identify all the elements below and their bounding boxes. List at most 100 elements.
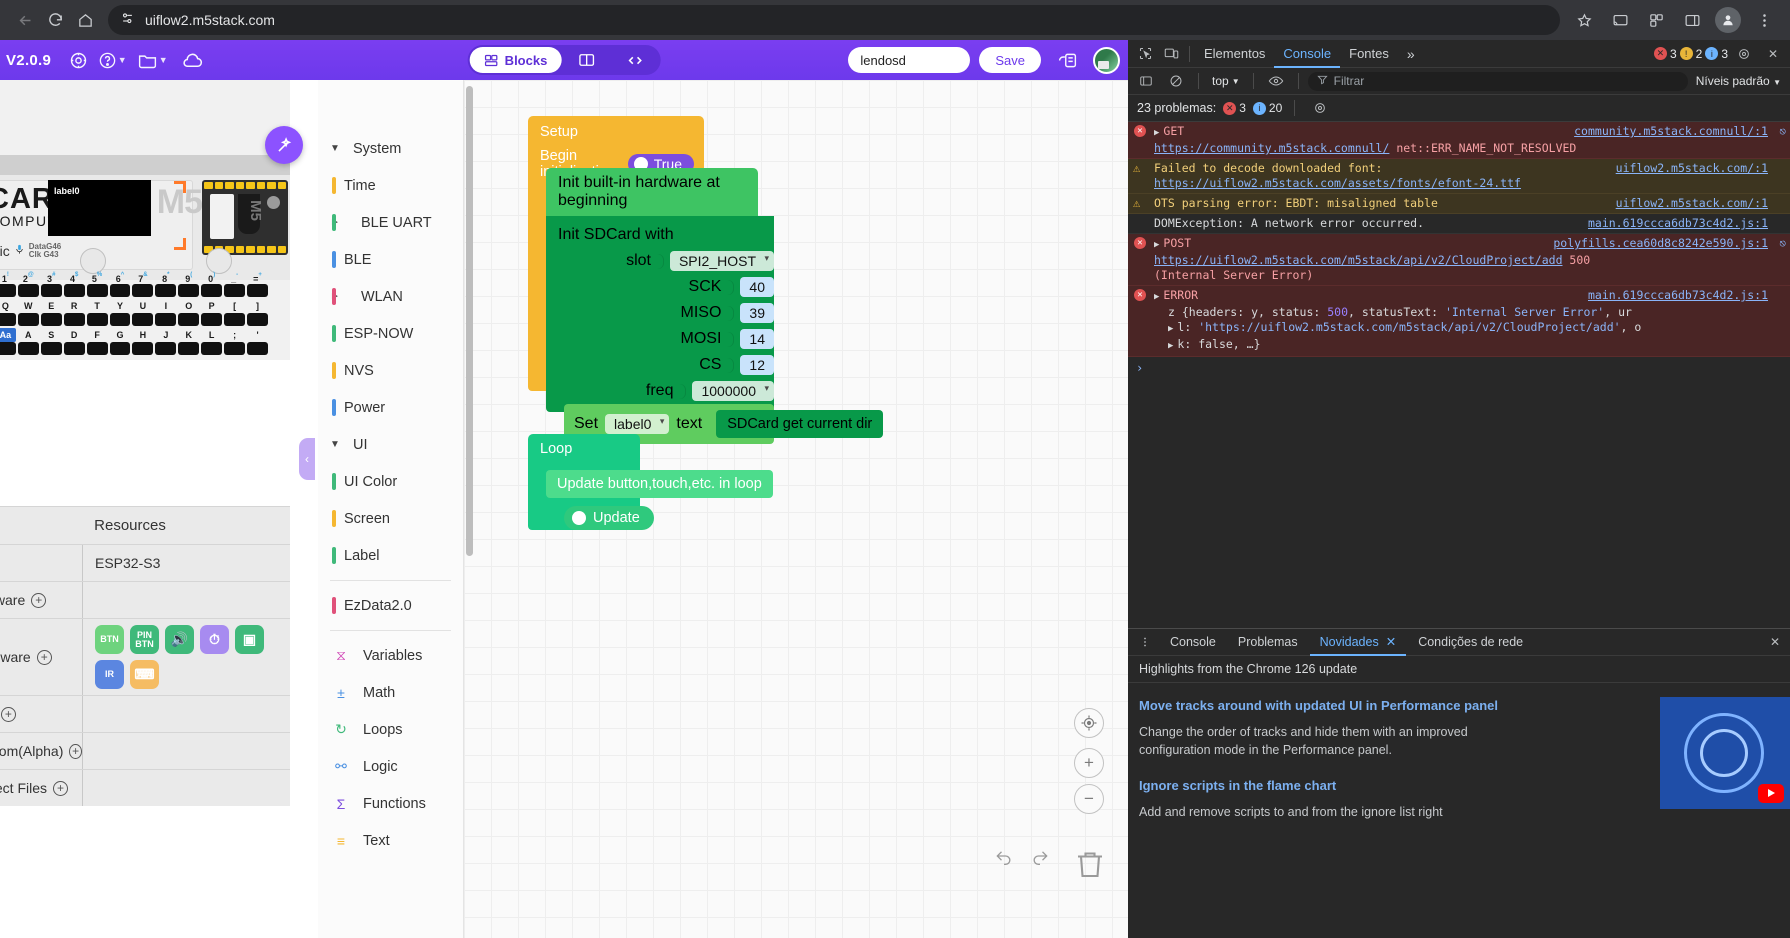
console-message[interactable]: ✕ polyfills.cea60d8c8242e590.js:1 ⎋ ▶ POST ht… — [1128, 234, 1790, 286]
toolbox-item-label[interactable]: Label — [318, 537, 463, 574]
close-icon[interactable]: ✕ — [1386, 629, 1396, 656]
tab-fontes[interactable]: Fontes — [1340, 40, 1398, 68]
center-target-icon[interactable] — [1074, 708, 1104, 738]
add-icon[interactable]: + — [0, 706, 16, 722]
error-count-badge[interactable]: ✕ 3 — [1653, 47, 1677, 61]
expand-triangle-icon[interactable]: ▶ — [1168, 341, 1173, 351]
toolbox-item-nvs[interactable]: NVS — [318, 352, 463, 389]
console-url-link[interactable]: https://uiflow2.m5stack.com/m5stack/api/… — [1154, 253, 1563, 267]
expand-triangle-icon[interactable]: ▶ — [1154, 292, 1159, 302]
toolbox-item-functions[interactable]: Σ Functions — [318, 785, 463, 822]
toolbox-item-time[interactable]: Time — [318, 167, 463, 204]
save-button[interactable]: Save — [979, 47, 1041, 73]
console-url-link[interactable]: https://community.m5stack.comnull/ — [1154, 141, 1389, 155]
hardware-chip-ir[interactable]: IR — [95, 660, 124, 689]
avatar[interactable] — [1715, 7, 1741, 33]
problems-error-count[interactable]: ✕ 3 — [1223, 101, 1246, 115]
live-expression-icon[interactable] — [1263, 68, 1289, 94]
console-source-link[interactable]: uiflow2.m5stack.com/:1 — [1616, 161, 1768, 176]
toolbox-item-ezdata2-0[interactable]: EzData2.0 — [318, 587, 463, 624]
profile-icon[interactable] — [1712, 4, 1744, 36]
console-filter-input[interactable]: Filtrar — [1307, 71, 1688, 91]
gear-icon[interactable] — [61, 43, 95, 77]
gear-icon[interactable] — [1731, 41, 1757, 67]
toolbox-item-screen[interactable]: Screen — [318, 500, 463, 537]
close-icon[interactable]: ✕ — [1760, 41, 1786, 67]
toolbox-item-logic[interactable]: ⚯ Logic — [318, 748, 463, 785]
block-sdcard-get-current-dir[interactable]: SDCard get current dir — [716, 410, 884, 438]
add-icon[interactable]: + — [69, 743, 82, 759]
drawer-entry-heading[interactable]: Ignore scripts in the flame chart — [1139, 777, 1539, 794]
star-icon[interactable] — [1568, 4, 1600, 36]
console-sidebar-icon[interactable] — [1133, 68, 1159, 94]
cast-icon[interactable] — [1604, 4, 1636, 36]
console-message[interactable]: ⚠ uiflow2.m5stack.com/:1 Failed to decode … — [1128, 159, 1790, 194]
gear-icon[interactable] — [1307, 95, 1333, 121]
block-loop[interactable]: Loop Update button,touch,etc. in loop Up… — [528, 434, 773, 530]
tab-console[interactable]: Console — [1274, 40, 1340, 68]
console-message[interactable]: ✕ community.m5stack.comnull/:1 ⎋ ▶ GET https:… — [1128, 122, 1790, 159]
arg-field-slot[interactable]: SPI2_HOST — [669, 251, 774, 271]
drawer-tab-console[interactable]: Console — [1160, 629, 1226, 656]
drawer-tab-problemas[interactable]: Problemas — [1228, 629, 1308, 656]
toolbox-item-ble[interactable]: BLE — [318, 241, 463, 278]
toolbox-item-power[interactable]: Power — [318, 389, 463, 426]
console-source-link[interactable]: community.m5stack.comnull/:1 — [1574, 124, 1768, 139]
toolbox-collapse-button[interactable]: ‹ — [299, 438, 315, 480]
tab-elementos[interactable]: Elementos — [1195, 40, 1274, 68]
console-message[interactable]: ⚠ uiflow2.m5stack.com/:1 OTS parsing error… — [1128, 194, 1790, 214]
log-levels-selector[interactable]: Níveis padrão ▼ — [1692, 74, 1785, 88]
avatar[interactable] — [1093, 46, 1120, 74]
arg-field-sck[interactable]: 40 — [740, 277, 774, 297]
tab-code-view[interactable] — [611, 47, 658, 73]
reload-icon[interactable] — [40, 5, 70, 35]
redo-icon[interactable] — [1030, 846, 1050, 872]
extensions-icon[interactable] — [1640, 4, 1672, 36]
hardware-chip-pin-btn[interactable]: PIN BTN — [130, 625, 159, 654]
toolbox-item-variables[interactable]: ⧖ Variables — [318, 637, 463, 674]
device-connect-icon[interactable] — [1050, 43, 1084, 77]
block-init-hardware[interactable]: Init built-in hardware at beginning Init… — [546, 168, 896, 444]
toolbox-item-ui-color[interactable]: UI Color — [318, 463, 463, 500]
expand-triangle-icon[interactable]: ▶ — [1154, 240, 1159, 250]
tab-split-view[interactable] — [563, 47, 609, 73]
set-variable-dropdown[interactable]: label0 — [605, 414, 670, 434]
open-in-network-icon[interactable]: ⎋ — [1779, 236, 1786, 251]
inspect-icon[interactable] — [1132, 41, 1158, 67]
undo-icon[interactable] — [994, 846, 1014, 872]
toolbox-item-system[interactable]: ▼ System — [318, 130, 463, 167]
console-prompt[interactable]: › — [1128, 357, 1790, 379]
ai-assistant-button[interactable] — [265, 126, 303, 164]
blockly-canvas[interactable]: Setup Begin initialization True Init bui… — [464, 80, 1128, 938]
warning-count-badge[interactable]: ! 2 — [1679, 47, 1702, 61]
console-message[interactable]: main.619ccca6db73c4d2.js:1 DOMException: … — [1128, 214, 1790, 234]
hardware-chip-btn[interactable]: BTN — [95, 625, 124, 654]
add-icon[interactable]: + — [53, 780, 69, 796]
toolbox-item-wlan[interactable]: ►WLAN — [318, 278, 463, 315]
context-selector[interactable]: top ▼ — [1208, 74, 1244, 88]
drawer-tab-condicoes-de-rede[interactable]: Condições de rede — [1408, 629, 1533, 656]
zoom-in-button[interactable]: + — [1074, 748, 1104, 778]
home-icon[interactable] — [70, 5, 100, 35]
kebab-menu-icon[interactable] — [1132, 629, 1158, 655]
device-toolbar-icon[interactable] — [1158, 41, 1184, 67]
hardware-chip-sdcard-icon[interactable]: ▣ — [235, 625, 264, 654]
kebab-menu-icon[interactable] — [1748, 4, 1780, 36]
drawer-thumbnail[interactable] — [1660, 697, 1790, 809]
folder-icon[interactable]: ▼ — [135, 43, 169, 77]
arg-field-cs[interactable]: 12 — [740, 355, 774, 375]
block-init-sdcard[interactable]: Init SDCard with slot SPI2_HOST SCK 40 MISO 3… — [546, 216, 774, 412]
toolbox-item-loops[interactable]: ↻ Loops — [318, 711, 463, 748]
back-arrow-icon[interactable] — [10, 5, 40, 35]
console-source-link[interactable]: main.619ccca6db73c4d2.js:1 — [1588, 288, 1768, 303]
arg-field-freq[interactable]: 1000000 — [692, 381, 774, 401]
trash-icon[interactable] — [1072, 844, 1110, 886]
info-count-badge[interactable]: i 3 — [1705, 47, 1728, 61]
toolbox-item-esp-now[interactable]: ESP-NOW — [318, 315, 463, 352]
tab-blocks[interactable]: Blocks — [469, 47, 562, 73]
zoom-out-button[interactable]: − — [1074, 784, 1104, 814]
arg-field-miso[interactable]: 39 — [740, 303, 774, 323]
expand-triangle-icon[interactable]: ▶ — [1168, 324, 1173, 334]
block-update[interactable]: Update — [564, 506, 654, 530]
console-source-link[interactable]: polyfills.cea60d8c8242e590.js:1 — [1553, 236, 1768, 251]
